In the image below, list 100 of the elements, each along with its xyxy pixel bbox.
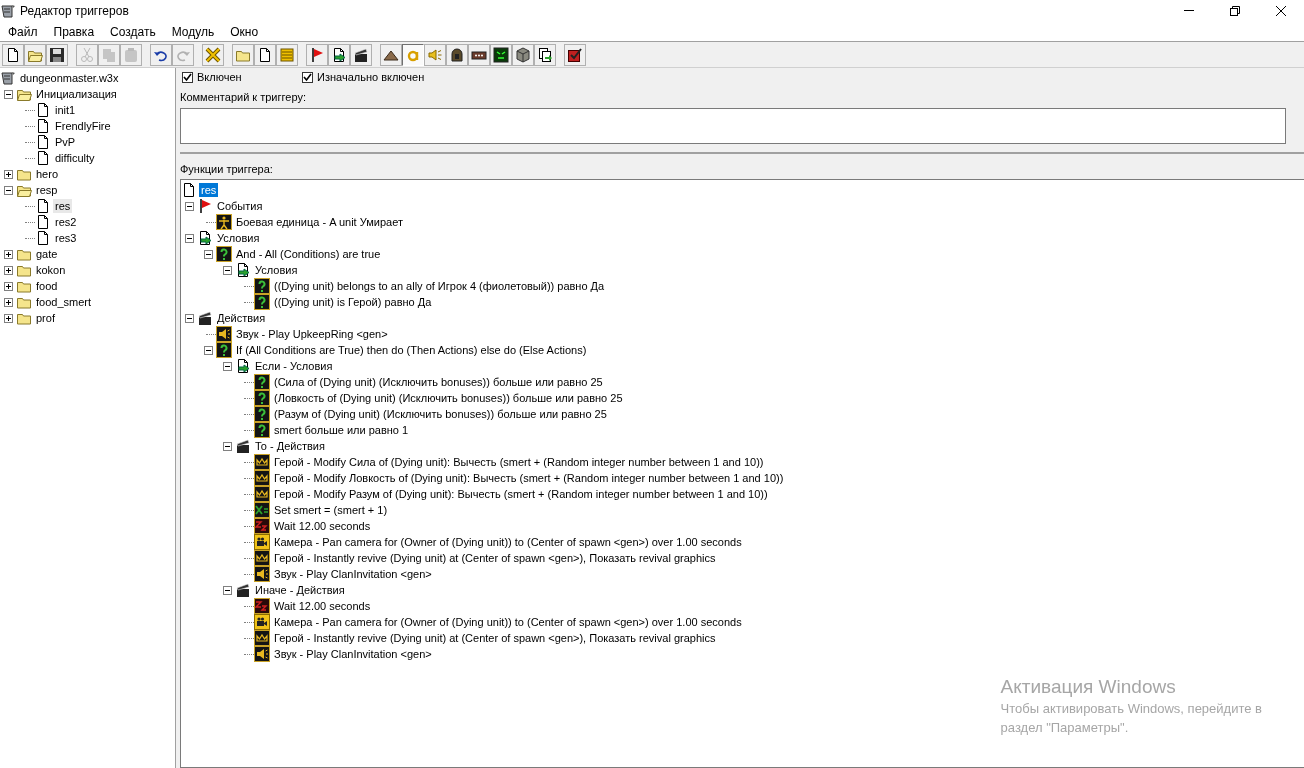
helmet-icon	[449, 46, 465, 63]
tree-item[interactable]: And - All (Conditions) are true	[234, 247, 383, 261]
collapse-toggle[interactable]	[203, 345, 213, 355]
test-map-button[interactable]	[564, 43, 586, 66]
terrain-editor-button[interactable]	[380, 43, 402, 66]
import-button[interactable]	[534, 43, 556, 66]
menu-item[interactable]: Окно	[222, 22, 267, 41]
expand-toggle[interactable]	[3, 281, 13, 291]
tree-item[interactable]: Инициализация	[34, 87, 119, 101]
object-editor-button[interactable]	[468, 43, 490, 66]
tree-item[interactable]: События	[215, 199, 265, 213]
tree-item[interactable]: Set smert = (smert + 1)	[272, 503, 390, 517]
collapse-toggle[interactable]	[203, 249, 213, 259]
tree-item[interactable]: Камера - Pan camera for (Owner of (Dying unit)) to (Center of spawn <gen>) over 1.00 seconds	[272, 535, 744, 549]
menu-item[interactable]: Модуль	[163, 22, 223, 41]
tree-item[interactable]: (Ловкость of (Dying unit) (Исключить bonuses)) больше или равно 25	[272, 391, 625, 405]
restore-icon	[1229, 5, 1241, 17]
new-condition-button[interactable]	[328, 43, 350, 66]
doodad-button[interactable]	[512, 43, 534, 66]
tree-item[interactable]: res	[199, 183, 219, 197]
save-button[interactable]	[46, 43, 68, 66]
tree-item[interactable]: Герой - Instantly revive (Dying unit) at (Center of spawn <gen>), Показать revival graphics	[272, 551, 718, 565]
tree-item[interactable]: gate	[34, 247, 60, 261]
tree-item[interactable]: difficulty	[53, 151, 97, 165]
new-category-button[interactable]	[232, 43, 254, 66]
page-arrow-icon	[331, 46, 347, 63]
tree-item[interactable]: Звук - Play ClanInvitation <gen>	[272, 647, 434, 661]
tree-item[interactable]: Действия	[215, 311, 268, 325]
close-icon	[1275, 5, 1287, 17]
menu-item[interactable]: Файл	[0, 22, 46, 41]
menu-item[interactable]: Создать	[102, 22, 164, 41]
delete-button[interactable]	[202, 43, 224, 66]
tree-item[interactable]: res3	[53, 231, 79, 245]
unit-editor-button[interactable]	[446, 43, 468, 66]
crown-icon	[254, 454, 270, 470]
tree-item[interactable]: food	[34, 279, 60, 293]
tree-item[interactable]: ((Dying unit) belongs to an ally of Игрок 4 (фиолетовый)) равно Да	[272, 279, 607, 293]
question-mark-icon	[216, 342, 232, 358]
new-button[interactable]	[2, 43, 24, 66]
new-action-button[interactable]	[350, 43, 372, 66]
tree-item[interactable]: res	[53, 199, 73, 213]
new-event-button[interactable]	[306, 43, 328, 66]
collapse-toggle[interactable]	[222, 441, 232, 451]
tree-item[interactable]: Герой - Modify Ловкость of (Dying unit): Вычесть (smert + (Random integer number between 1 and 10))	[272, 471, 786, 485]
tree-item[interactable]: Wait 12.00 seconds	[272, 519, 373, 533]
new-trigger-button[interactable]	[254, 43, 276, 66]
collapse-toggle[interactable]	[3, 185, 13, 195]
tree-item[interactable]: Звук - Play ClanInvitation <gen>	[272, 567, 434, 581]
expand-toggle[interactable]	[3, 249, 13, 259]
expand-toggle[interactable]	[3, 313, 13, 323]
open-button[interactable]	[24, 43, 46, 66]
tree-item[interactable]: Условия	[253, 263, 300, 277]
tree-item[interactable]: (Разум of (Dying unit) (Исключить bonuses)) больше или равно 25	[272, 407, 609, 421]
tree-item[interactable]: (Сила of (Dying unit) (Исключить bonuses)) больше или равно 25	[272, 375, 605, 389]
tree-item[interactable]: kokon	[34, 263, 68, 277]
tree-item[interactable]: ((Dying unit) is Герой) равно Да	[272, 295, 434, 309]
menu-item[interactable]: Правка	[45, 22, 103, 41]
collapse-toggle[interactable]	[222, 361, 232, 371]
tree-item[interactable]: Герой - Modify Сила of (Dying unit): Вычесть (smert + (Random integer number between 1 and 10))	[272, 455, 766, 469]
collapse-toggle[interactable]	[3, 89, 13, 99]
checkbox[interactable]	[302, 71, 313, 83]
scroll-icon	[0, 3, 16, 19]
tree-item[interactable]: dungeonmaster.w3x	[18, 71, 121, 85]
tree-item[interactable]: smert больше или равно 1	[272, 423, 411, 437]
comment-field[interactable]	[180, 107, 1286, 144]
tree-item[interactable]: Условия	[215, 231, 262, 245]
cube-icon	[515, 46, 531, 63]
question-mark-icon	[254, 406, 270, 422]
tree-item[interactable]: init1	[53, 103, 78, 117]
tree-item[interactable]: То - Действия	[253, 439, 327, 453]
tree-item[interactable]: Боевая единица - A unit Умирает	[234, 215, 405, 229]
tree-item[interactable]: Wait 12.00 seconds	[272, 599, 373, 613]
tree-item[interactable]: If (All Conditions are True) then do (Then Actions) else do (Else Actions)	[234, 343, 589, 357]
tree-item[interactable]: PvP	[53, 135, 78, 149]
collapse-toggle[interactable]	[184, 313, 194, 323]
text-editor-button[interactable]	[402, 43, 424, 66]
tree-item[interactable]: Если - Условия	[253, 359, 335, 373]
checkbox[interactable]	[182, 71, 193, 83]
tree-item[interactable]: Камера - Pan camera for (Owner of (Dying unit)) to (Center of spawn <gen>) over 1.00 seconds	[272, 615, 744, 629]
undo-button[interactable]	[150, 43, 172, 66]
tree-item[interactable]: Звук - Play UpkeepRing <gen>	[234, 327, 390, 341]
tree-item[interactable]: resp	[34, 183, 60, 197]
page-arrow-icon	[197, 230, 213, 246]
expand-toggle[interactable]	[3, 169, 13, 179]
tree-item[interactable]: hero	[34, 167, 61, 181]
tree-item[interactable]: res2	[53, 215, 79, 229]
tree-item[interactable]: Герой - Modify Разум of (Dying unit): Вычесть (smert + (Random integer number between 1 and 10))	[272, 487, 770, 501]
expand-toggle[interactable]	[3, 297, 13, 307]
tree-item[interactable]: food_smert	[34, 295, 94, 309]
expand-toggle[interactable]	[3, 265, 13, 275]
tree-item[interactable]: Герой - Instantly revive (Dying unit) at (Center of spawn <gen>), Показать revival graphics	[272, 631, 718, 645]
collapse-toggle[interactable]	[184, 233, 194, 243]
tree-item[interactable]: FrendlyFire	[53, 119, 113, 133]
collapse-toggle[interactable]	[222, 265, 232, 275]
collapse-toggle[interactable]	[222, 585, 232, 595]
page-arrow-icon	[235, 358, 251, 374]
tree-item[interactable]: prof	[34, 311, 57, 325]
collapse-toggle[interactable]	[184, 201, 194, 211]
tree-item[interactable]: Иначе - Действия	[253, 583, 347, 597]
ai-editor-button[interactable]	[490, 43, 512, 66]
